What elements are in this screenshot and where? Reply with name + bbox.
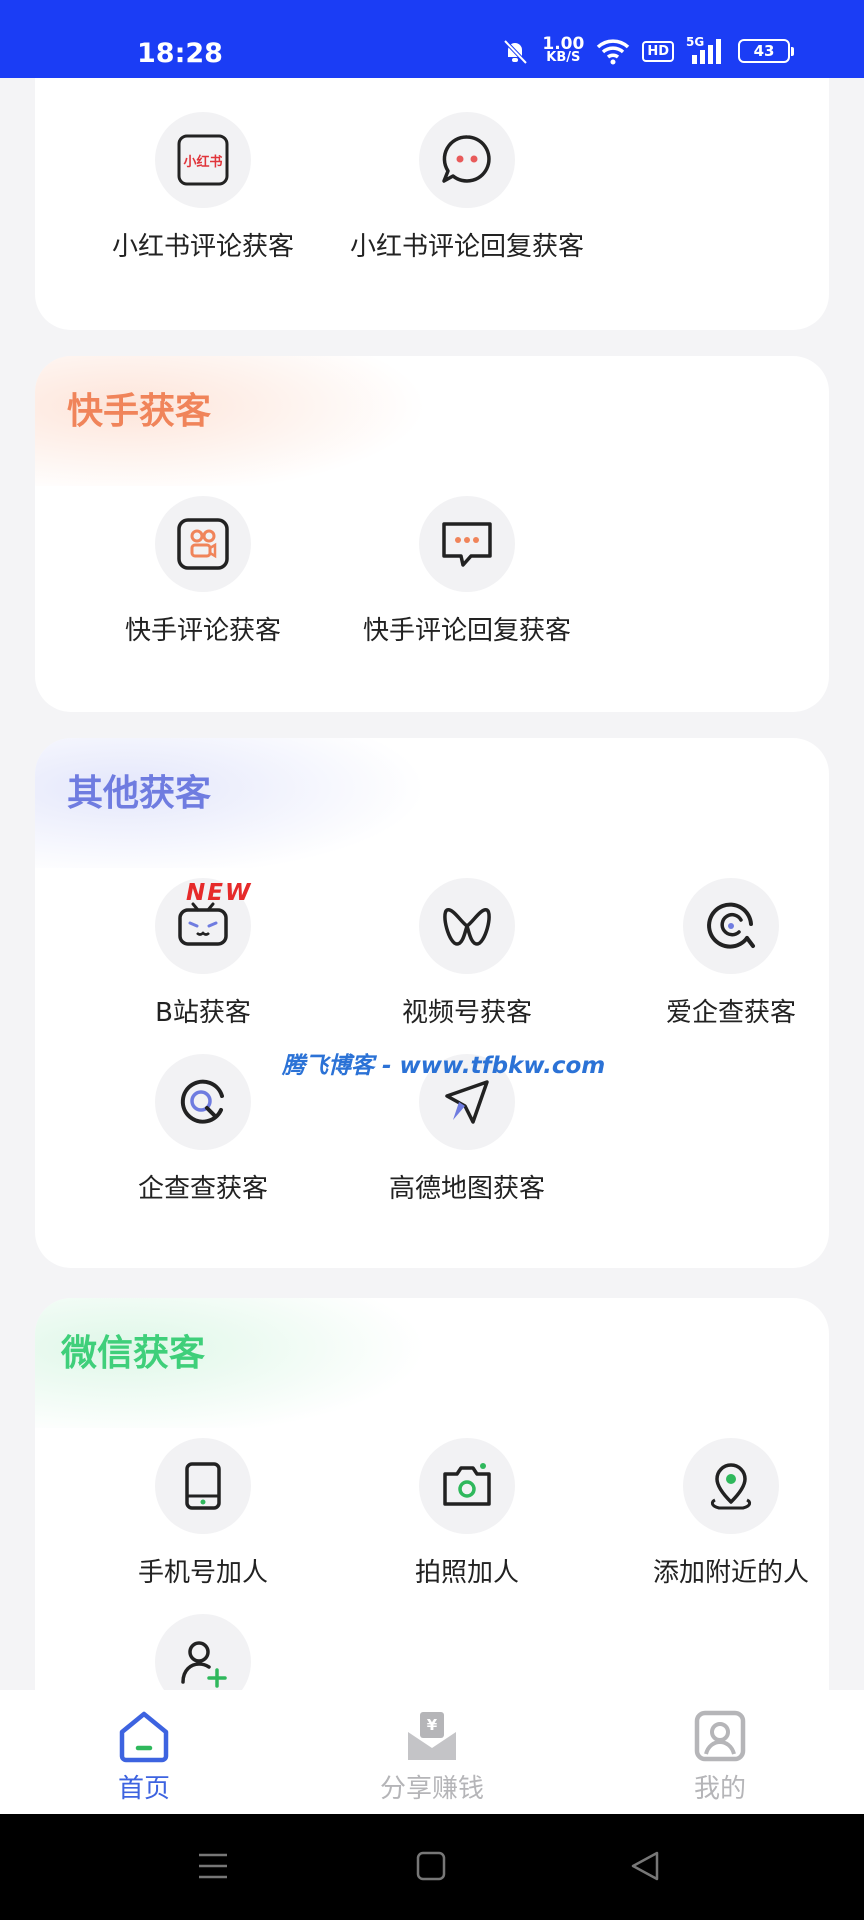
bilibili-item[interactable]: NEW B站获客 [78, 878, 328, 1029]
section-title: 微信获客 [61, 1333, 206, 1374]
back-triangle-icon[interactable] [628, 1849, 662, 1883]
xiaohongshu-card: 小红书 小红书评论获客 小红书评论回复获客 [35, 78, 829, 330]
money-envelope-icon: ¥ [408, 1712, 456, 1760]
wifi-icon [597, 39, 630, 65]
nav-label: 我的 [693, 1774, 746, 1804]
channels-item[interactable]: 视频号获客 [342, 878, 592, 1029]
status-time: 18:28 [137, 38, 223, 69]
kuaishou-comment-item[interactable]: 快手评论获客 [78, 496, 328, 647]
add-user-icon [155, 1614, 251, 1690]
qichacha-icon [155, 1054, 251, 1150]
network-type: 5G [686, 35, 705, 49]
svg-text:¥: ¥ [427, 1716, 438, 1734]
item-label: B站获客 [155, 998, 251, 1028]
aiqicha-item[interactable]: 爱企查获客 [606, 878, 829, 1029]
home-square-icon[interactable] [414, 1849, 448, 1883]
signal-icon: 5G [686, 35, 726, 65]
menu-icon[interactable] [196, 1849, 230, 1883]
xiaohongshu-comment-item[interactable]: 小红书 小红书评论获客 [78, 112, 328, 263]
add-friend-item[interactable] [78, 1614, 328, 1690]
new-badge: NEW [186, 880, 253, 906]
item-label: 拍照加人 [414, 1558, 519, 1588]
wechat-card: 微信获客 手机号加人 拍照加人 添加附近的人 [35, 1298, 829, 1690]
xiaohongshu-icon: 小红书 [155, 112, 251, 208]
other-card: 其他获客 NEW B站获客 视频号获客 爱企查获客 企查查获客 高德地图获客 [35, 738, 829, 1268]
status-icons: 1.00 KB/S HD 5G 43 [500, 35, 794, 66]
item-label: 爱企查获客 [665, 998, 796, 1028]
xiaohongshu-reply-item[interactable]: 小红书评论回复获客 [342, 112, 592, 263]
section-title: 其他获客 [67, 773, 212, 814]
item-label: 手机号加人 [137, 1558, 268, 1588]
nav-label: 首页 [117, 1774, 170, 1804]
watermark: 腾飞博客 - www.tfbkw.com [282, 1053, 606, 1079]
bottom-nav: 首页 ¥ 分享赚钱 我的 [0, 1690, 864, 1814]
battery-icon: 43 [738, 39, 794, 63]
hd-badge: HD [642, 40, 674, 62]
net-speed-unit: KB/S [546, 50, 581, 65]
photo-add-item[interactable]: 拍照加人 [342, 1438, 592, 1589]
nav-share-earn[interactable]: ¥ 分享赚钱 [288, 1690, 576, 1814]
kuaishou-card: 快手获客 快手评论获客 快手评论回复获客 [35, 356, 829, 712]
phone-icon [155, 1438, 251, 1534]
item-label: 添加附近的人 [652, 1558, 809, 1588]
battery-level: 43 [738, 39, 790, 63]
kuaishou-reply-item[interactable]: 快手评论回复获客 [342, 496, 592, 647]
nav-label: 分享赚钱 [379, 1774, 484, 1804]
content-area[interactable]: 小红书 小红书评论获客 小红书评论回复获客 快手获客 快手评论获客 快手评论回复… [0, 78, 864, 1690]
xiaohongshu-icon-text: 小红书 [183, 154, 223, 170]
nav-mine[interactable]: 我的 [576, 1690, 864, 1814]
item-label: 高德地图获客 [388, 1174, 545, 1204]
item-label: 快手评论回复获客 [362, 616, 571, 646]
item-label: 企查查获客 [137, 1174, 268, 1204]
chat-bubble-icon [419, 112, 515, 208]
message-box-icon [419, 496, 515, 592]
nav-home[interactable]: 首页 [0, 1690, 288, 1814]
item-label: 小红书评论获客 [111, 232, 294, 262]
camera-icon [419, 1438, 515, 1534]
kuaishou-icon [155, 496, 251, 592]
phone-add-item[interactable]: 手机号加人 [78, 1438, 328, 1589]
status-bar: 18:28 1.00 KB/S HD 5G 43 [0, 0, 864, 78]
nearby-add-item[interactable]: 添加附近的人 [606, 1438, 829, 1589]
item-label: 快手评论获客 [124, 616, 281, 646]
item-label: 小红书评论回复获客 [349, 232, 584, 262]
net-speed: 1.00 KB/S [542, 36, 584, 65]
profile-icon [694, 1710, 746, 1762]
system-nav-bar [0, 1814, 864, 1920]
location-pin-icon [683, 1438, 779, 1534]
home-icon [119, 1711, 169, 1763]
mute-bell-icon [503, 39, 528, 65]
aiqicha-icon [683, 878, 779, 974]
wechat-channels-icon [419, 878, 515, 974]
section-title: 快手获客 [67, 391, 212, 432]
item-label: 视频号获客 [401, 998, 532, 1028]
